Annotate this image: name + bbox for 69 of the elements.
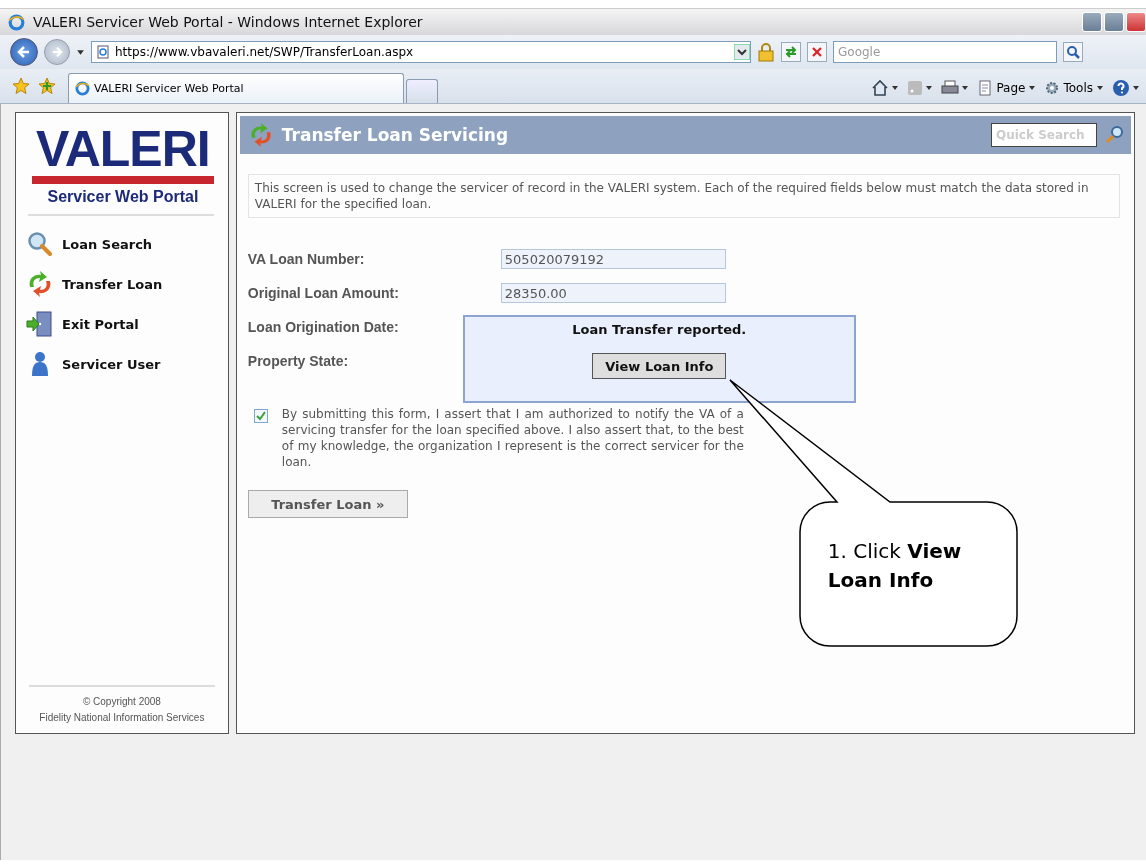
- company-name: Fidelity National Information Services: [39, 712, 205, 723]
- dropdown-caret-icon: [925, 84, 934, 92]
- field-label: VA Loan Number:: [247, 251, 366, 267]
- instructions-text: This screen is used to change the servicer of record in the VALERI system. Each of the required fields below must match the data stored in VALERI for the specified loan.: [247, 174, 1120, 218]
- input-field[interactable]: 28350.00: [500, 283, 726, 303]
- nav-link[interactable]: Servicer User: [16, 344, 228, 384]
- add-star-icon[interactable]: [38, 77, 56, 95]
- copyright-text: © Copyright 2008: [82, 696, 161, 707]
- window-title: VALERI Servicer Web Portal - Windows Internet Explorer: [33, 14, 423, 30]
- field-label: Loan Origination Date:: [247, 319, 400, 335]
- home-icon: [871, 79, 890, 97]
- home-button[interactable]: [871, 79, 900, 97]
- dropdown-caret-icon: [891, 84, 900, 92]
- help-icon: [1112, 79, 1130, 97]
- browser-logo-icon: [8, 13, 25, 31]
- browser-tab[interactable]: VALERI Servicer Web Portal: [68, 73, 404, 103]
- page-title: Transfer Loan Servicing: [281, 125, 510, 145]
- stop-button[interactable]: [807, 42, 827, 62]
- dropdown-caret-icon: [1096, 84, 1104, 92]
- back-arrow-icon: [17, 45, 31, 59]
- input-field[interactable]: 505020079192: [500, 249, 726, 269]
- door-arrow-icon: [26, 311, 54, 337]
- dropdown-caret-icon: [1028, 84, 1037, 92]
- dropdown-caret-icon: [1132, 84, 1140, 92]
- padlock-icon[interactable]: [757, 42, 775, 62]
- gear-icon: [1044, 80, 1061, 96]
- browser-logo-icon: [75, 81, 90, 96]
- forward-button[interactable]: [44, 39, 70, 65]
- nav-link[interactable]: Transfer Loan: [16, 264, 228, 304]
- magnifier-icon: [26, 231, 54, 257]
- address-field[interactable]: https://www.vbavaleri.net/SWP/TransferLoan.aspx: [91, 41, 751, 63]
- view-loan-info-button[interactable]: View Loan Info: [592, 353, 727, 379]
- feeds-button[interactable]: [907, 80, 934, 96]
- confirmation-message: Loan Transfer reported.: [572, 322, 747, 337]
- logo-wordmark: VALERI: [36, 125, 210, 173]
- callout-text: 1. Click View Loan Info: [827, 538, 963, 594]
- minimize-button[interactable]: [1082, 12, 1102, 32]
- close-icon: [811, 46, 823, 58]
- checkbox[interactable]: [253, 409, 268, 423]
- refresh-button[interactable]: [781, 42, 801, 62]
- dropdown-caret-icon[interactable]: [734, 44, 750, 60]
- page-icon: [977, 80, 994, 96]
- nav-link[interactable]: Exit Portal: [16, 304, 228, 344]
- nav-link[interactable]: Loan Search: [16, 224, 228, 264]
- dropdown-caret-icon: [961, 84, 970, 92]
- back-button[interactable]: [10, 38, 38, 66]
- new-tab-button[interactable]: [406, 79, 438, 103]
- forward-arrow-icon: [51, 46, 63, 58]
- logo-subtitle: Servicer Web Portal: [47, 188, 199, 206]
- search-icon[interactable]: [1105, 125, 1125, 145]
- menu-button[interactable]: Page: [977, 80, 1037, 96]
- close-button[interactable]: [1126, 12, 1146, 32]
- refresh-icon: [784, 45, 798, 59]
- star-icon[interactable]: [12, 77, 30, 95]
- print-button[interactable]: [941, 80, 970, 96]
- page-icon: [96, 45, 110, 59]
- search-icon: [1066, 45, 1080, 59]
- help-button[interactable]: [1112, 79, 1140, 97]
- search-field[interactable]: Google: [833, 41, 1057, 63]
- field-label: Property State:: [247, 353, 350, 369]
- printer-icon: [941, 80, 960, 96]
- dropdown-caret-icon[interactable]: [76, 47, 85, 57]
- restore-button[interactable]: [1104, 12, 1124, 32]
- transfer-loan-button[interactable]: Transfer Loan »: [247, 490, 408, 518]
- field-label: Original Loan Amount:: [247, 285, 400, 301]
- menu-button[interactable]: Tools: [1044, 80, 1104, 96]
- search-button[interactable]: [1063, 42, 1083, 62]
- feed-icon: [907, 80, 924, 96]
- agreement-text: By submitting this form, I assert that I am authorized to notify the VA of a servicing transfer for the loan specified above. I also assert that, to the best of my knowledge, the organization I represent is the correct servicer for the loan.: [281, 406, 744, 470]
